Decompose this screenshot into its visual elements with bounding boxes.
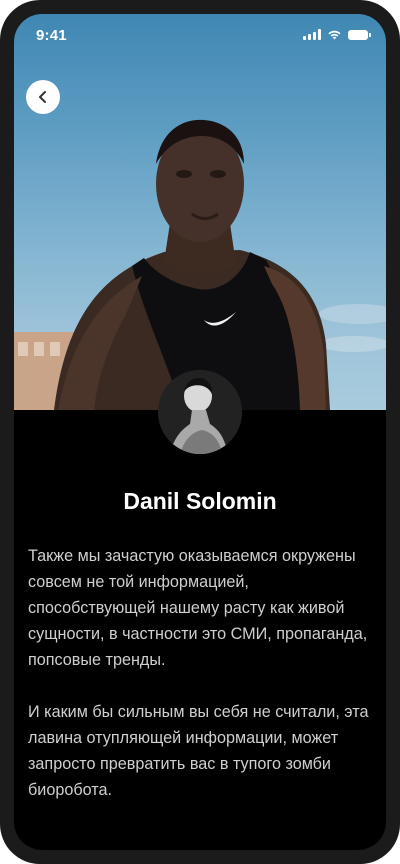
status-bar: 9:41 [14, 14, 386, 58]
chevron-left-icon [39, 91, 46, 103]
status-icons [303, 29, 371, 40]
avatar [158, 370, 242, 454]
profile-name: Danil Solomin [123, 488, 277, 514]
device-frame: 9:41 Danil Solomin Также мы зачастую ока… [0, 0, 400, 864]
profile-bio: Также мы зачастую оказываемся окружены с… [28, 543, 378, 803]
hero-photo [14, 14, 386, 410]
bio-paragraph: И каким бы сильным вы себя не считали, э… [28, 703, 369, 799]
bio-paragraph: Также мы зачастую оказываемся окружены с… [28, 547, 368, 669]
avatar-photo [158, 370, 242, 454]
status-time: 9:41 [36, 27, 67, 44]
signal-icon [303, 29, 321, 40]
battery-icon [348, 29, 371, 40]
screen: 9:41 Danil Solomin Также мы зачастую ока… [14, 14, 386, 850]
hero-illustration [14, 119, 386, 410]
back-button[interactable] [26, 80, 60, 114]
wifi-icon [328, 30, 341, 40]
